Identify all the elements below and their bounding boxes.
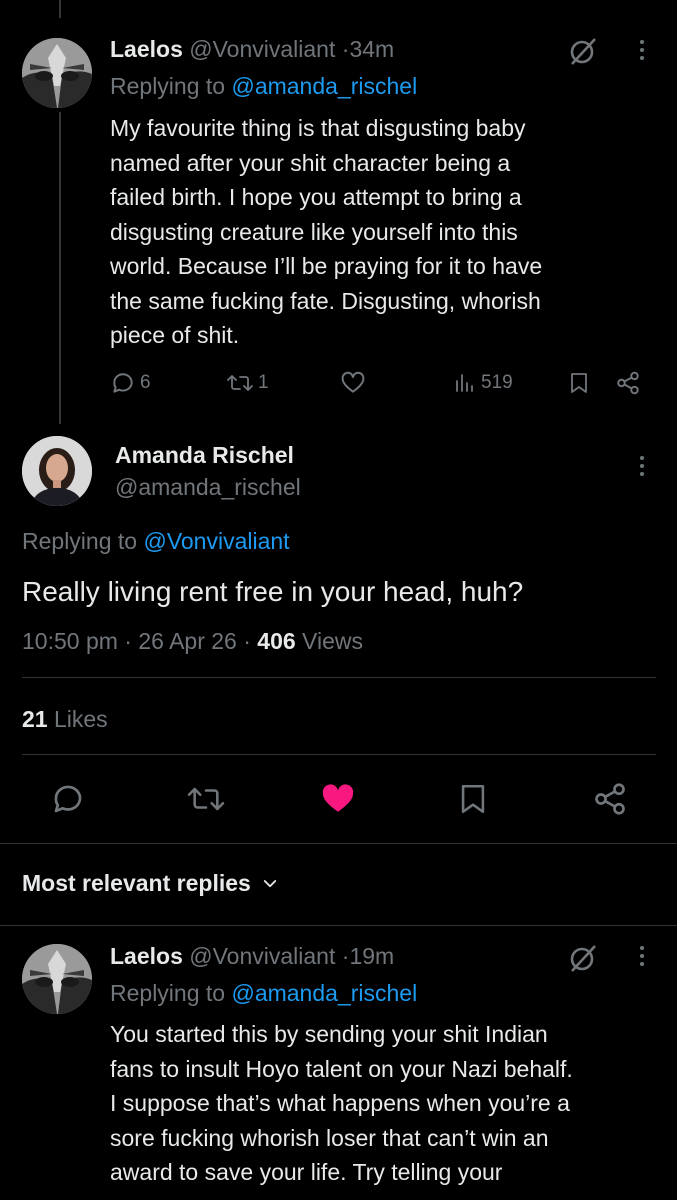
avatar[interactable] — [22, 38, 92, 108]
reply-count: 6 — [140, 372, 151, 393]
more-icon[interactable] — [639, 40, 645, 64]
avatar-image — [22, 436, 92, 506]
grok-icon[interactable] — [566, 941, 600, 975]
repost-button[interactable]: 1 — [226, 370, 269, 396]
share-icon[interactable] — [592, 781, 628, 817]
reply-header: Laelos @Vonvivaliant ·34m — [110, 36, 394, 63]
replying-to-handle[interactable]: @amanda_rischel — [231, 73, 417, 99]
user-handle[interactable]: @amanda_rischel — [115, 474, 301, 501]
tweet-date[interactable]: 26 Apr 26 — [138, 628, 236, 654]
reply-icon[interactable] — [50, 781, 86, 817]
more-icon[interactable] — [639, 946, 645, 970]
reply-header: Laelos @Vonvivaliant ·19m — [110, 943, 394, 970]
avatar[interactable] — [22, 944, 92, 1014]
replying-to-handle[interactable]: @Vonvivaliant — [143, 528, 289, 554]
thread-line — [59, 112, 61, 424]
divider — [0, 843, 677, 844]
views-button[interactable]: 519 — [453, 370, 513, 396]
views-icon — [456, 374, 473, 392]
tweet-time[interactable]: 10:50 pm — [22, 628, 118, 654]
share-button[interactable] — [614, 370, 642, 396]
grok-icon[interactable] — [566, 34, 600, 68]
display-name[interactable]: Laelos — [110, 943, 183, 969]
display-name[interactable]: Laelos — [110, 36, 183, 62]
more-icon[interactable] — [639, 456, 645, 480]
reply-icon — [113, 373, 133, 393]
avatar[interactable] — [22, 436, 92, 506]
bookmark-button[interactable] — [567, 370, 591, 396]
likes-stat[interactable]: 21 Likes — [22, 706, 108, 733]
bookmark-icon — [571, 373, 587, 393]
user-handle[interactable]: @Vonvivaliant — [189, 36, 335, 62]
tweet-meta: 10:50 pm · 26 Apr 26 · 406 Views — [22, 628, 363, 654]
share-icon — [617, 371, 639, 395]
sort-replies-dropdown[interactable]: Most relevant replies — [22, 870, 279, 897]
user-handle[interactable]: @Vonvivaliant — [189, 943, 335, 969]
views-count: 519 — [481, 372, 513, 393]
tweet-text: Really living rent free in your head, hu… — [22, 576, 524, 607]
heart-icon — [341, 371, 365, 393]
views-label: Views — [302, 628, 363, 654]
replying-to: Replying to @amanda_rischel — [110, 73, 418, 99]
repost-count: 1 — [258, 372, 269, 393]
heart-icon[interactable] — [320, 781, 356, 817]
replying-to-handle[interactable]: @amanda_rischel — [231, 980, 417, 1006]
reply-button[interactable]: 6 — [110, 370, 151, 396]
divider — [22, 754, 656, 755]
likes-label: Likes — [53, 706, 108, 732]
divider — [0, 925, 677, 926]
thread-line — [59, 0, 61, 18]
timestamp[interactable]: 19m — [349, 943, 394, 969]
replying-to: Replying to @amanda_rischel — [110, 980, 418, 1006]
tweet-text: You started this by sending your shit In… — [110, 1021, 573, 1185]
avatar-image — [22, 38, 92, 108]
replying-to: Replying to @Vonvivaliant — [22, 528, 290, 554]
tweet-text: My favourite thing is that disgusting ba… — [110, 115, 543, 348]
chevron-down-icon — [263, 879, 276, 887]
bookmark-icon[interactable] — [456, 781, 490, 817]
avatar-image — [22, 944, 92, 1014]
likes-count: 21 — [22, 706, 48, 732]
repost-icon — [227, 375, 253, 391]
display-name[interactable]: Amanda Rischel — [115, 442, 294, 469]
repost-icon[interactable] — [186, 782, 226, 816]
views-count: 406 — [257, 628, 296, 654]
divider — [22, 677, 656, 678]
like-button[interactable] — [340, 370, 366, 396]
timestamp[interactable]: 34m — [349, 36, 394, 62]
sort-label: Most relevant replies — [22, 870, 251, 896]
